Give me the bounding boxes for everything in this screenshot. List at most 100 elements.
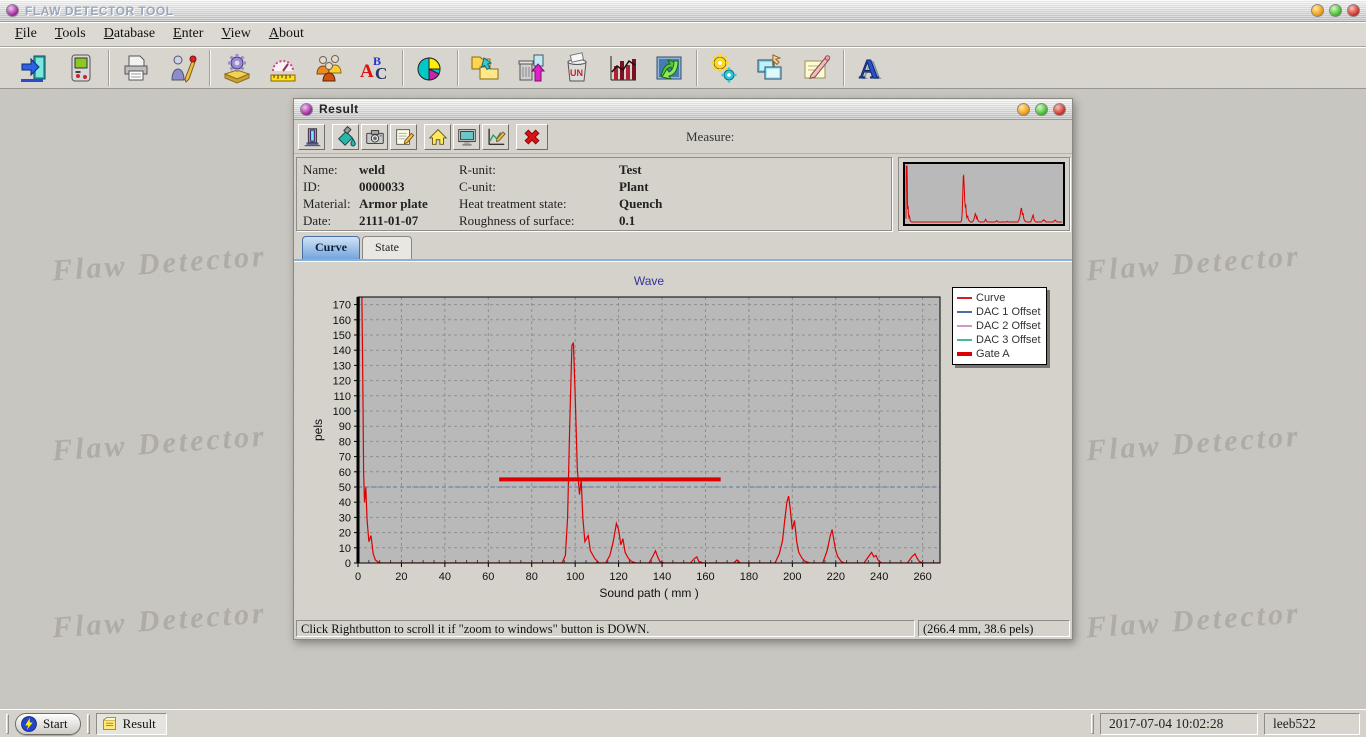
start-label: Start — [43, 716, 68, 732]
exit-icon — [301, 126, 323, 148]
svg-text:260: 260 — [913, 571, 931, 583]
menu-item-about[interactable]: About — [260, 24, 313, 44]
app-icon — [6, 4, 19, 17]
svg-text:70: 70 — [339, 452, 351, 464]
svg-text:20: 20 — [395, 571, 407, 583]
close-button[interactable] — [1347, 4, 1360, 17]
legend-label: DAC 3 Offset — [976, 334, 1041, 346]
camera-button[interactable] — [361, 124, 388, 150]
font-a-button[interactable]: AA — [853, 51, 889, 85]
fill-icon — [335, 126, 357, 148]
tab-state[interactable]: State — [362, 236, 412, 259]
windows-icon — [754, 52, 786, 84]
home-button[interactable] — [424, 124, 451, 150]
result-maximize-button[interactable] — [1035, 103, 1048, 116]
info-value: 0.1 — [619, 213, 891, 230]
taskbar-handle[interactable] — [6, 714, 9, 734]
home-icon — [427, 126, 449, 148]
svg-text:90: 90 — [339, 421, 351, 433]
clock: 2017-07-04 10:02:28 — [1100, 713, 1258, 735]
menu-item-tools[interactable]: Tools — [46, 24, 95, 44]
info-label: Heat treatment state: — [459, 196, 619, 213]
svg-text:C: C — [375, 64, 387, 83]
transfer-button[interactable] — [467, 51, 503, 85]
undelete-button[interactable]: UN — [559, 51, 595, 85]
modify-button[interactable] — [164, 51, 200, 85]
exit-button[interactable] — [298, 124, 325, 150]
minimize-button[interactable] — [1311, 4, 1324, 17]
chart-legend: Curve DAC 1 Offset DAC 2 Offset DAC 3 Offse… — [952, 287, 1047, 365]
legend-swatch — [957, 339, 972, 341]
result-tabs: CurveState — [294, 233, 1072, 259]
monitor-button[interactable] — [453, 124, 480, 150]
info-value: 2111-01-07 — [359, 213, 459, 230]
legend-label: DAC 1 Offset — [976, 306, 1041, 318]
fill-button[interactable] — [332, 124, 359, 150]
waveform-preview-panel — [898, 157, 1070, 231]
main-toolbar: ABC UN AA — [0, 47, 1366, 89]
result-statusbar: Click Rightbutton to scroll it if "zoom … — [294, 619, 1072, 639]
screen: FLAW DETECTOR TOOL FileToolsDatabaseEnte… — [0, 0, 1366, 737]
svg-text:100: 100 — [566, 571, 584, 583]
legend-swatch — [957, 297, 972, 299]
svg-text:pels: pels — [311, 419, 325, 441]
taskbar-handle[interactable] — [1091, 714, 1094, 734]
svg-text:240: 240 — [870, 571, 888, 583]
menu-item-file[interactable]: File — [6, 24, 46, 44]
config-icon — [221, 52, 253, 84]
svg-text:220: 220 — [827, 571, 845, 583]
result-minimize-button[interactable] — [1017, 103, 1030, 116]
font-a-icon: AA — [855, 52, 887, 84]
watermark-text: Flaw Detector — [51, 420, 268, 469]
exit-icon — [19, 52, 51, 84]
menu-item-view[interactable]: View — [212, 24, 260, 44]
svg-text:150: 150 — [333, 330, 351, 342]
start-button[interactable]: Start — [15, 713, 81, 735]
pie-chart-button[interactable] — [412, 51, 448, 85]
menu-bar: FileToolsDatabaseEnterViewAbout — [0, 22, 1366, 47]
delete-button[interactable] — [516, 124, 548, 150]
tab-curve[interactable]: Curve — [302, 236, 360, 259]
users-button[interactable] — [311, 51, 347, 85]
current-user: leeb522 — [1264, 713, 1360, 735]
legend-item: Gate A — [957, 347, 1041, 361]
exit-button[interactable] — [17, 51, 53, 85]
menu-item-database[interactable]: Database — [95, 24, 164, 44]
svg-text:40: 40 — [339, 497, 351, 509]
info-value: 0000033 — [359, 179, 459, 196]
menu-item-enter[interactable]: Enter — [164, 24, 212, 44]
info-value: Plant — [619, 179, 891, 196]
task-button-result[interactable]: Result — [96, 713, 167, 735]
svg-text:30: 30 — [339, 512, 351, 524]
result-close-button[interactable] — [1053, 103, 1066, 116]
refresh-button[interactable] — [651, 51, 687, 85]
print-button[interactable] — [118, 51, 154, 85]
sign-button[interactable] — [798, 51, 834, 85]
info-value: Armor plate — [359, 196, 459, 213]
svg-text:Wave: Wave — [634, 274, 665, 288]
notes-button[interactable] — [390, 124, 417, 150]
statistics-icon — [607, 52, 639, 84]
settings-button[interactable] — [706, 51, 742, 85]
windows-button[interactable] — [752, 51, 788, 85]
config-button[interactable] — [219, 51, 255, 85]
result-window-icon — [300, 103, 313, 116]
statistics-button[interactable] — [605, 51, 641, 85]
maximize-button[interactable] — [1329, 4, 1342, 17]
legend-label: DAC 2 Offset — [976, 320, 1041, 332]
font-button[interactable]: ABC — [357, 51, 393, 85]
info-value: weld — [359, 162, 459, 179]
taskbar-handle[interactable] — [87, 714, 90, 734]
restore-button[interactable] — [513, 51, 549, 85]
svg-text:50: 50 — [339, 482, 351, 494]
legend-label: Curve — [976, 292, 1005, 304]
info-label: R-unit: — [459, 162, 619, 179]
main-titlebar: FLAW DETECTOR TOOL — [0, 0, 1366, 22]
recorder-button[interactable] — [63, 51, 99, 85]
svg-text:0: 0 — [345, 558, 351, 570]
delete-icon — [521, 126, 543, 148]
info-label: Material: — [303, 196, 359, 213]
calibrate-button[interactable] — [265, 51, 301, 85]
measure-button[interactable] — [482, 124, 509, 150]
legend-item: Curve — [957, 291, 1041, 305]
